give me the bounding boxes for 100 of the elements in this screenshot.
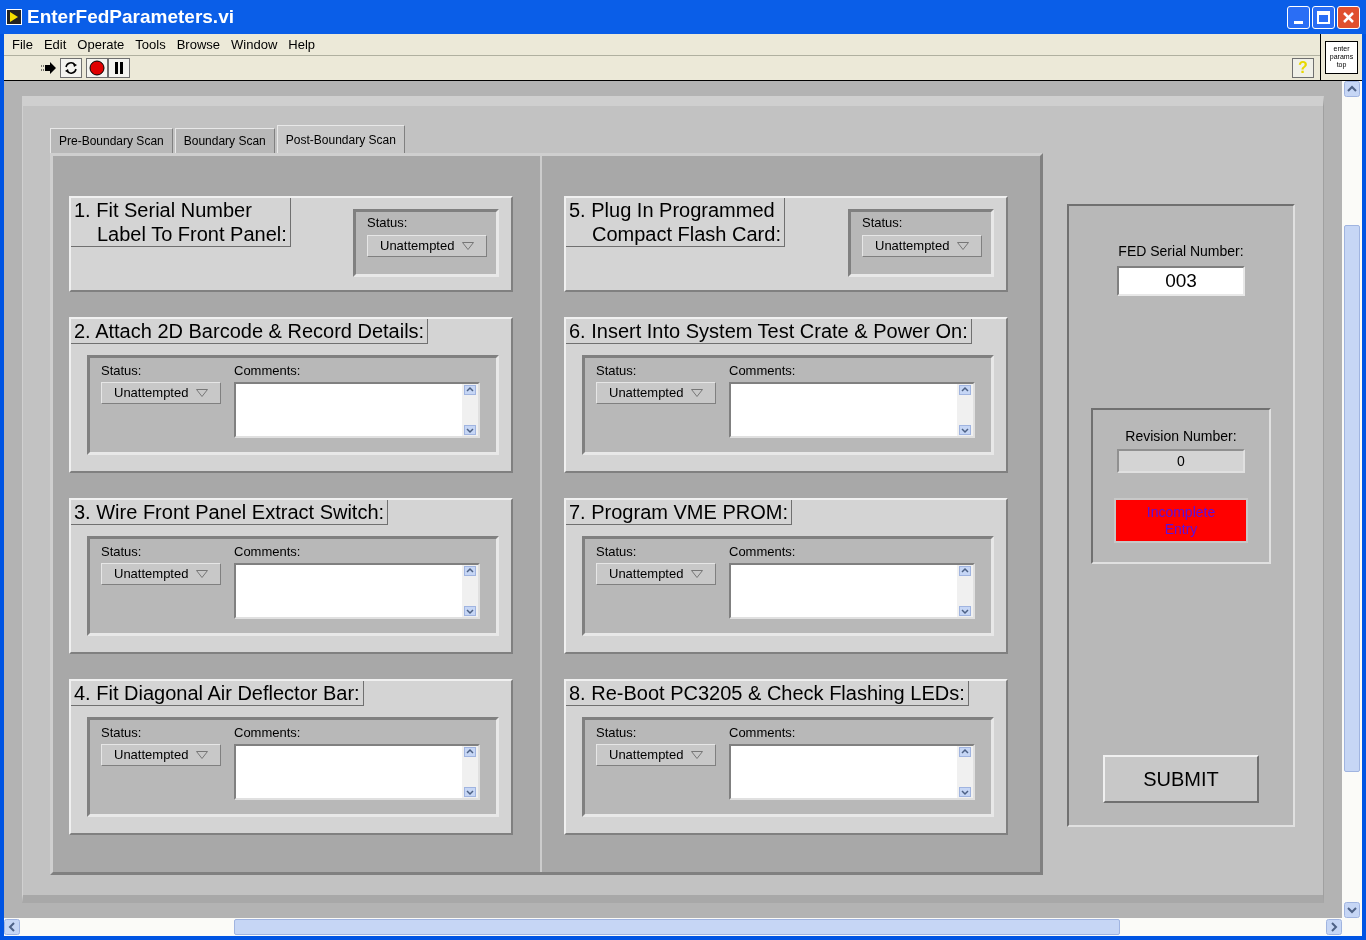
comments-label: Comments:: [234, 544, 302, 560]
step-title: 8. Re-Boot PC3205 & Check Flashing LEDs:: [566, 681, 969, 706]
scroll-up-icon: [959, 747, 971, 757]
comments-field[interactable]: [729, 563, 975, 619]
pause-button[interactable]: [108, 58, 130, 78]
vertical-scrollbar[interactable]: [1342, 81, 1362, 936]
status-dropdown[interactable]: Unattempted: [101, 382, 221, 404]
close-icon: [1342, 10, 1355, 24]
app-icon: [6, 9, 22, 25]
status-label: Status:: [862, 215, 904, 231]
maximize-button[interactable]: [1312, 5, 1335, 29]
status-label: Status:: [596, 725, 638, 741]
submit-button[interactable]: SUBMIT: [1103, 755, 1259, 803]
run-continuously-button[interactable]: [60, 58, 82, 78]
step-title: 4. Fit Diagonal Air Deflector Bar:: [71, 681, 364, 706]
comments-field[interactable]: [729, 382, 975, 438]
tab[interactable]: Post-Boundary Scan: [276, 125, 405, 153]
status-label: Status:: [367, 215, 409, 231]
comments-field[interactable]: [234, 382, 480, 438]
step-title: 2. Attach 2D Barcode & Record Details:: [71, 319, 429, 344]
scrollbar[interactable]: [462, 384, 478, 436]
run-arrow-icon: [41, 62, 57, 74]
status-dropdown[interactable]: Unattempted: [367, 235, 487, 257]
step-title: 5. Plug In Programmed Compact Flash Card:: [566, 198, 785, 247]
caret-icon: [691, 570, 703, 578]
comments-field[interactable]: [729, 744, 975, 800]
revision-label: Revision Number:: [1125, 427, 1237, 446]
scrollbar[interactable]: [957, 565, 973, 617]
scrollbar[interactable]: [462, 565, 478, 617]
abort-button[interactable]: [86, 58, 108, 78]
comments-label: Comments:: [729, 363, 797, 379]
revision-field: 0: [1117, 449, 1245, 473]
status-label: Status:: [101, 544, 143, 560]
status-indicator: Incomplete Entry: [1114, 498, 1248, 543]
scroll-down-icon: [464, 425, 476, 435]
status-label: Status:: [101, 363, 143, 379]
scroll-up-icon: [959, 385, 971, 395]
close-button[interactable]: [1337, 5, 1360, 29]
caret-icon: [196, 751, 208, 759]
status-label: Status:: [101, 725, 143, 741]
scroll-up-icon: [464, 385, 476, 395]
cycle-arrows-icon: [63, 61, 79, 75]
status-dropdown[interactable]: Unattempted: [596, 744, 716, 766]
tab[interactable]: Boundary Scan: [174, 128, 275, 153]
comments-label: Comments:: [729, 725, 797, 741]
status-dropdown[interactable]: Unattempted: [596, 382, 716, 404]
status-label: Status:: [596, 544, 638, 560]
comments-label: Comments:: [234, 725, 302, 741]
scroll-down-icon: [1344, 902, 1360, 918]
serial-label: FED Serial Number:: [1118, 242, 1244, 261]
menu-item[interactable]: File: [12, 34, 33, 55]
scroll-right-icon: [1326, 919, 1342, 935]
serial-field[interactable]: 003: [1117, 266, 1245, 296]
menu-item[interactable]: Tools: [135, 34, 166, 55]
menu-item[interactable]: Edit: [43, 34, 67, 55]
menu-item[interactable]: Window: [231, 34, 278, 55]
horizontal-scrollbar[interactable]: [4, 918, 1342, 936]
scroll-down-icon: [959, 425, 971, 435]
step-title: 3. Wire Front Panel Extract Switch:: [71, 500, 389, 525]
comments-label: Comments:: [729, 544, 797, 560]
step-title: 1. Fit Serial Number Label To Front Panel:: [71, 198, 291, 247]
caret-icon: [691, 389, 703, 397]
maximize-icon: [1317, 10, 1330, 24]
scrollbar[interactable]: [462, 746, 478, 798]
status-dropdown[interactable]: Unattempted: [101, 563, 221, 585]
comments-field[interactable]: [234, 744, 480, 800]
stop-icon: [89, 60, 105, 76]
scroll-thumb[interactable]: [234, 919, 1120, 935]
scroll-down-icon: [464, 606, 476, 616]
step-title: 6. Insert Into System Test Crate & Power On:: [566, 319, 972, 344]
scroll-left-icon: [4, 919, 20, 935]
status-dropdown[interactable]: Unattempted: [862, 235, 982, 257]
scroll-up-icon: [1344, 81, 1360, 97]
comments-label: Comments:: [234, 363, 302, 379]
status-dropdown[interactable]: Unattempted: [101, 744, 221, 766]
caret-icon: [691, 751, 703, 759]
status-dropdown[interactable]: Unattempted: [596, 563, 716, 585]
caret-icon: [462, 242, 474, 250]
scroll-up-icon: [464, 747, 476, 757]
menu-item[interactable]: Operate: [77, 34, 125, 55]
caret-icon: [957, 242, 969, 250]
menu-item[interactable]: Browse: [176, 34, 221, 55]
tab[interactable]: Pre-Boundary Scan: [50, 128, 173, 153]
scroll-up-icon: [959, 566, 971, 576]
status-label: Status:: [596, 363, 638, 379]
window-title: EnterFedParameters.vi: [27, 4, 234, 29]
minimize-button[interactable]: [1287, 5, 1310, 29]
pause-icon: [114, 62, 124, 74]
menu-item[interactable]: Help: [288, 34, 316, 55]
scroll-thumb[interactable]: [1344, 225, 1360, 772]
caret-icon: [196, 389, 208, 397]
comments-field[interactable]: [234, 563, 480, 619]
step-title: 7. Program VME PROM:: [566, 500, 792, 525]
scroll-down-icon: [464, 787, 476, 797]
scrollbar[interactable]: [957, 384, 973, 436]
caret-icon: [196, 570, 208, 578]
minimize-icon: [1294, 20, 1303, 24]
scroll-up-icon: [464, 566, 476, 576]
scroll-down-icon: [959, 606, 971, 616]
scrollbar[interactable]: [957, 746, 973, 798]
